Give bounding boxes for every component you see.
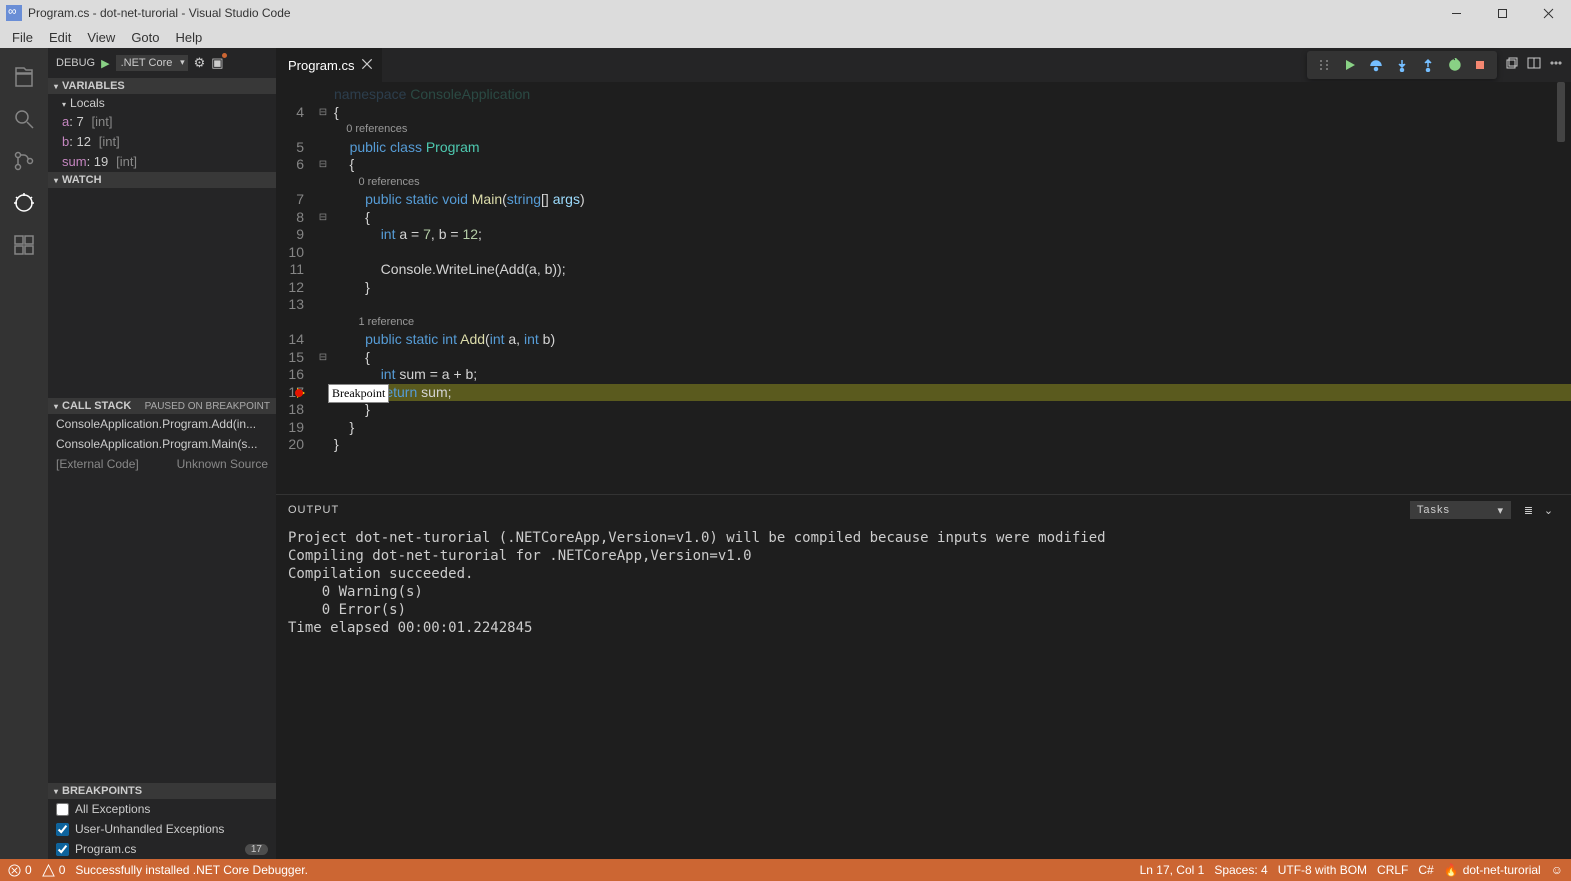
close-button[interactable] <box>1525 0 1571 26</box>
tabbar: Program.cs <box>276 48 1571 82</box>
code-editor[interactable]: 3 4 - 5 6 - 7 8 9 10 11 12 13 - 14 15 16… <box>276 82 1571 494</box>
watch-body <box>48 188 276 398</box>
variable-row: a: 7 [int] <box>48 112 276 132</box>
status-project[interactable]: 🔥dot-net-turorial <box>1444 863 1541 877</box>
variables-header[interactable]: ▾VARIABLES <box>48 78 276 94</box>
execution-pointer-icon <box>297 388 305 398</box>
watch-header[interactable]: ▾WATCH <box>48 172 276 188</box>
locals-scope[interactable]: ▾Locals <box>48 94 276 112</box>
variable-row: sum: 19 [int] <box>48 152 276 172</box>
menu-view[interactable]: View <box>79 28 123 47</box>
step-into-icon[interactable] <box>1389 51 1415 79</box>
search-icon[interactable] <box>0 98 48 140</box>
breakpoint-user-exceptions: User-Unhandled Exceptions <box>48 819 276 839</box>
menu-edit[interactable]: Edit <box>41 28 79 47</box>
menu-help[interactable]: Help <box>168 28 211 47</box>
split-editor-icon[interactable] <box>1527 56 1541 75</box>
status-warnings[interactable]: 0 <box>42 863 66 877</box>
line-gutter: 3 4 - 5 6 - 7 8 9 10 11 12 13 - 14 15 16… <box>276 82 316 494</box>
start-debug-icon[interactable]: ▶ <box>101 57 109 70</box>
debug-bar: DEBUG ▶ .NET Core ⚙ ▣ <box>48 48 276 78</box>
status-message: Successfully installed .NET Core Debugge… <box>75 863 308 877</box>
step-out-icon[interactable] <box>1415 51 1441 79</box>
minimize-button[interactable] <box>1433 0 1479 26</box>
debug-sidebar: DEBUG ▶ .NET Core ⚙ ▣ ▾VARIABLES ▾Locals… <box>48 48 276 859</box>
grip-icon[interactable] <box>1311 51 1337 79</box>
continue-icon[interactable] <box>1337 51 1363 79</box>
extensions-icon[interactable] <box>0 224 48 266</box>
codelens[interactable]: 1 reference <box>330 314 1571 332</box>
codelens[interactable]: 0 references <box>330 174 1571 192</box>
status-spaces[interactable]: Spaces: 4 <box>1214 863 1267 877</box>
file-stack-icon[interactable] <box>1505 56 1519 75</box>
status-encoding[interactable]: UTF-8 with BOM <box>1278 863 1367 877</box>
status-errors[interactable]: 0 <box>8 863 32 877</box>
callstack-header[interactable]: ▾CALL STACK PAUSED ON BREAKPOINT <box>48 398 276 414</box>
stack-frame[interactable]: ConsoleApplication.Program.Add(in... <box>48 414 276 434</box>
status-bar: 0 0 Successfully installed .NET Core Deb… <box>0 859 1571 881</box>
tab-program[interactable]: Program.cs <box>276 48 383 82</box>
checkbox[interactable] <box>56 803 69 816</box>
editor-area: Program.cs 3 4 - <box>276 48 1571 859</box>
output-panel: OUTPUT Tasks▾ ≣ ⌄ Project dot-net-turori… <box>276 494 1571 859</box>
scrollbar[interactable] <box>1557 82 1565 494</box>
stack-frame[interactable]: ConsoleApplication.Program.Main(s... <box>48 434 276 454</box>
debug-label: DEBUG <box>56 57 95 69</box>
fold-gutter: ⊟ ⊟ ⊟ ⊟ <box>316 82 330 494</box>
callstack-status: PAUSED ON BREAKPOINT <box>145 401 270 412</box>
restart-icon[interactable] <box>1441 51 1467 79</box>
collapse-output-icon[interactable]: ⌄ <box>1539 504 1559 517</box>
stack-frame-external[interactable]: [External Code] Unknown Source <box>48 454 276 474</box>
vscode-icon <box>6 5 22 21</box>
variable-row: b: 12 [int] <box>48 132 276 152</box>
flame-icon: 🔥 <box>1444 863 1459 877</box>
breakpoint-file: Program.cs17 <box>48 839 276 859</box>
output-title: OUTPUT <box>288 504 1410 516</box>
gear-icon[interactable]: ⚙ <box>194 55 206 71</box>
status-eol[interactable]: CRLF <box>1377 863 1408 877</box>
menu-goto[interactable]: Goto <box>123 28 167 47</box>
feedback-icon[interactable]: ☺ <box>1551 863 1563 877</box>
checkbox[interactable] <box>56 823 69 836</box>
output-channel-select[interactable]: Tasks▾ <box>1410 501 1511 519</box>
debug-config-select[interactable]: .NET Core <box>116 55 188 71</box>
menu-file[interactable]: File <box>4 28 41 47</box>
clear-output-icon[interactable]: ≣ <box>1519 504 1539 517</box>
debug-icon[interactable] <box>0 182 48 224</box>
menubar: File Edit View Goto Help <box>0 26 1571 48</box>
more-icon[interactable] <box>1549 56 1563 75</box>
step-over-icon[interactable] <box>1363 51 1389 79</box>
maximize-button[interactable] <box>1479 0 1525 26</box>
status-cursor[interactable]: Ln 17, Col 1 <box>1140 863 1205 877</box>
output-text[interactable]: Project dot-net-turorial (.NETCoreApp,Ve… <box>276 525 1571 859</box>
debug-toolbar[interactable] <box>1307 51 1497 79</box>
debug-console-icon[interactable]: ▣ <box>211 55 225 71</box>
breakpoints-header[interactable]: ▾BREAKPOINTS <box>48 783 276 799</box>
git-icon[interactable] <box>0 140 48 182</box>
breakpoint-all-exceptions: All Exceptions <box>48 799 276 819</box>
stop-icon[interactable] <box>1467 51 1493 79</box>
window-title: Program.cs - dot-net-turorial - Visual S… <box>28 6 1433 20</box>
activity-bar <box>0 48 48 859</box>
checkbox[interactable] <box>56 843 69 856</box>
codelens[interactable]: 0 references <box>330 121 1571 139</box>
current-execution-line: Breakpoint return sum; <box>330 384 1571 402</box>
titlebar: Program.cs - dot-net-turorial - Visual S… <box>0 0 1571 26</box>
status-language[interactable]: C# <box>1418 863 1433 877</box>
explorer-icon[interactable] <box>0 56 48 98</box>
close-tab-icon[interactable] <box>360 57 374 71</box>
